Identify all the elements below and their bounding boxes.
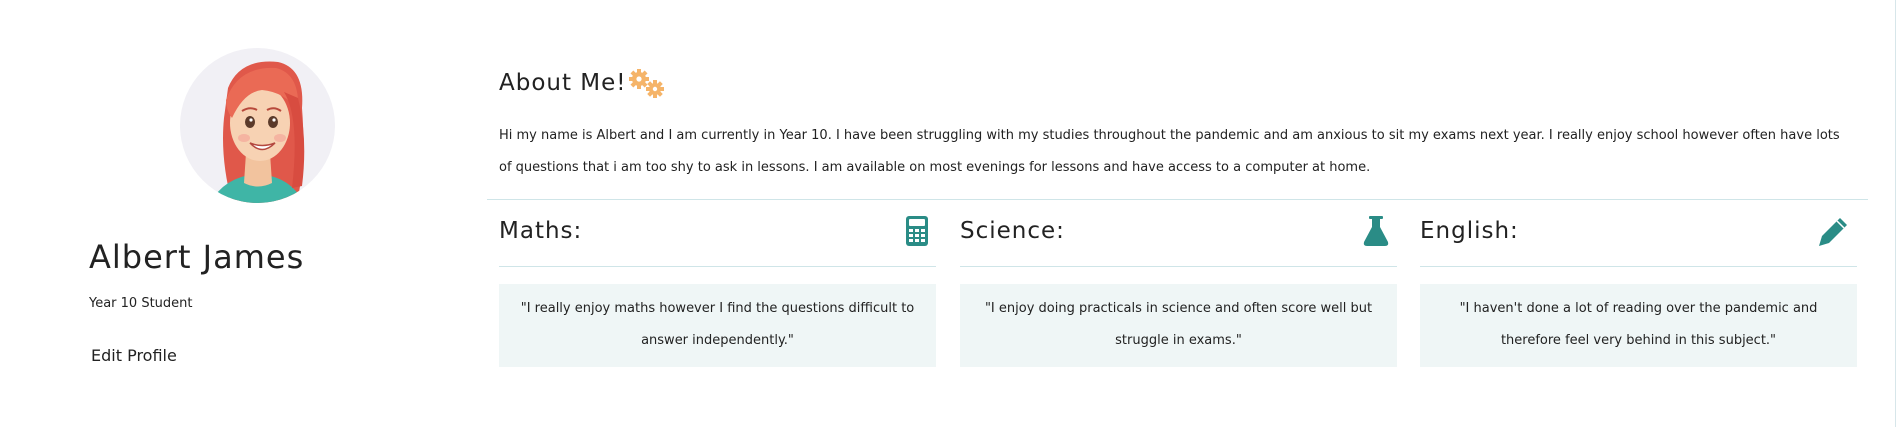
subject-quote: "I enjoy doing practicals in science and… xyxy=(960,284,1397,367)
student-avatar-icon xyxy=(210,61,305,203)
subject-title: Science: xyxy=(960,218,1065,244)
subject-card-maths: Maths: "I really enjoy maths however I f… xyxy=(499,212,936,368)
gears-icon xyxy=(626,68,668,104)
calculator-icon xyxy=(906,216,928,250)
card-divider xyxy=(499,266,936,267)
pencil-icon xyxy=(1819,216,1849,250)
card-divider xyxy=(960,266,1397,267)
subject-card-english: English: "I haven't done a lot of readin… xyxy=(1420,212,1857,368)
avatar xyxy=(180,48,335,203)
subject-quote: "I really enjoy maths however I find the… xyxy=(499,284,936,367)
subject-card-science: Science: "I enjoy doing practicals in sc… xyxy=(960,212,1397,368)
subject-title: English: xyxy=(1420,218,1519,244)
edit-profile-button[interactable]: Edit Profile xyxy=(91,346,177,365)
subject-title: Maths: xyxy=(499,218,583,244)
flask-icon xyxy=(1363,216,1389,250)
subject-quote: "I haven't done a lot of reading over th… xyxy=(1420,284,1857,367)
card-divider xyxy=(1420,266,1857,267)
about-heading: About Me! xyxy=(499,70,627,96)
profile-role: Year 10 Student xyxy=(89,296,193,311)
scrollbar-edge xyxy=(1895,0,1896,427)
about-text: Hi my name is Albert and I am currently … xyxy=(499,128,1840,175)
section-divider xyxy=(487,199,1868,200)
profile-name: Albert James xyxy=(89,238,305,276)
